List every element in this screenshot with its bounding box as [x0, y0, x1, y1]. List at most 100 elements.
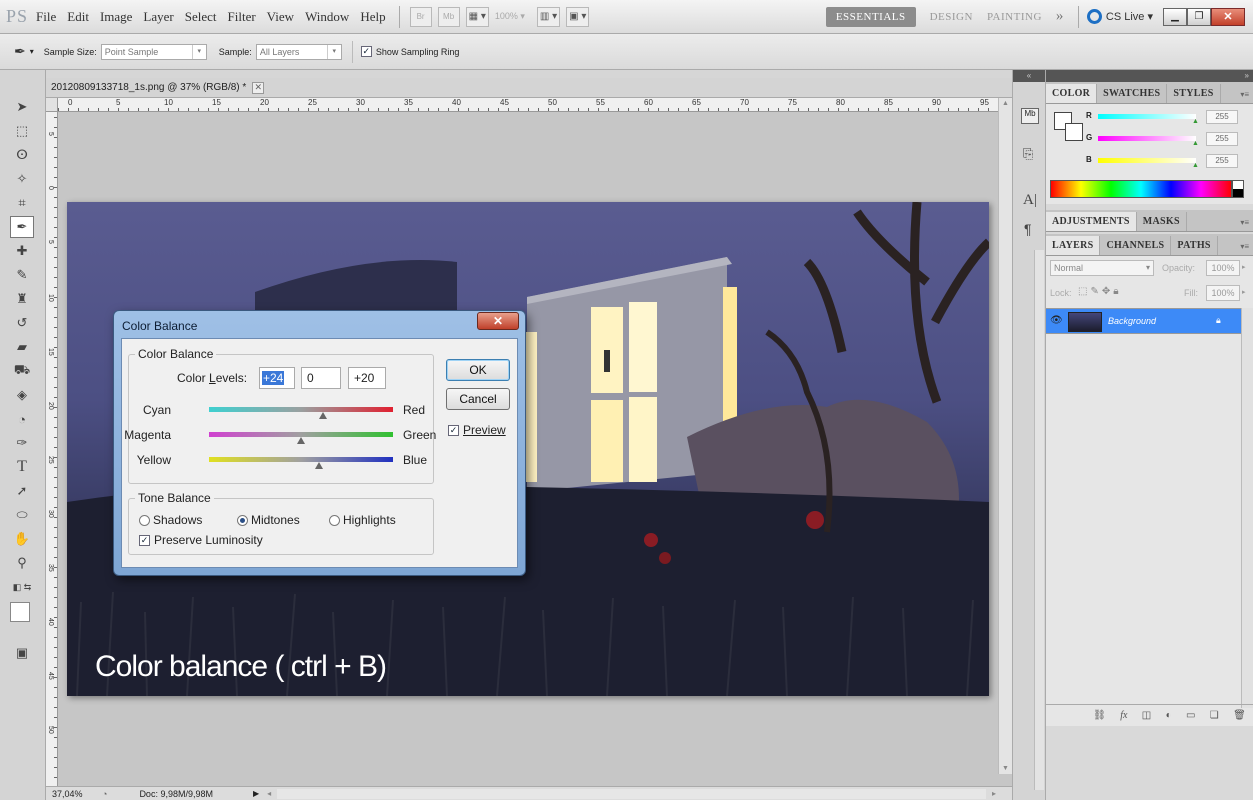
clone-stamp-tool-icon[interactable]: ♜: [10, 288, 34, 310]
layer-row-background[interactable]: 👁︎ Background 🔒︎: [1046, 308, 1241, 334]
panel-menu-icon[interactable]: ▾≡: [1240, 218, 1253, 231]
history-brush-tool-icon[interactable]: ↺: [10, 312, 34, 334]
eye-icon[interactable]: 👁︎: [1050, 315, 1063, 326]
level-yellow-blue-field[interactable]: +20: [348, 367, 386, 389]
highlights-radio[interactable]: Highlights: [329, 513, 396, 527]
tab-paths[interactable]: PATHS: [1171, 236, 1218, 255]
dodge-tool-icon[interactable]: ◔: [10, 408, 34, 430]
tab-color[interactable]: COLOR: [1046, 84, 1098, 103]
sample-select[interactable]: All Layers ▾: [255, 43, 342, 60]
history-panel-icon[interactable]: ⎘: [1023, 146, 1045, 162]
tab-swatches[interactable]: SWATCHES: [1097, 84, 1168, 103]
workspace-design[interactable]: DESIGN: [930, 11, 973, 23]
horizontal-scroll-left-icon[interactable]: ◂: [267, 789, 271, 798]
hand-tool-icon[interactable]: ✋: [10, 528, 34, 550]
fill-field[interactable]: 100%: [1206, 285, 1240, 301]
workspace-painting[interactable]: PAINTING: [987, 11, 1042, 23]
level-magenta-green-field[interactable]: 0: [301, 367, 341, 389]
channel-value[interactable]: 255: [1206, 110, 1238, 124]
scroll-down-icon[interactable]: ▼: [1002, 765, 1009, 772]
shadows-radio[interactable]: Shadows: [139, 513, 202, 527]
document-tab[interactable]: 20120809133718_1s.png @ 37% (RGB/8) * ✕: [46, 78, 1012, 98]
cancel-button[interactable]: Cancel: [446, 388, 510, 410]
eyedropper-preset-icon[interactable]: ✒: [14, 43, 26, 60]
mini-bridge-panel-icon[interactable]: Mb: [1021, 108, 1039, 124]
healing-brush-tool-icon[interactable]: ✚: [10, 240, 34, 262]
tab-channels[interactable]: CHANNELS: [1100, 236, 1172, 255]
left-ruler[interactable]: 5 0 5 10 15 20 25 30 35 40 45 50: [46, 112, 58, 788]
b-slider-thumb-icon[interactable]: ▲: [1192, 162, 1199, 169]
opacity-field[interactable]: 100%: [1206, 260, 1240, 276]
dock-header[interactable]: »: [1046, 70, 1253, 82]
screen-mode-button[interactable]: ▣ ▾: [566, 6, 590, 27]
preview-checkbox[interactable]: ✓ Preview: [448, 423, 506, 437]
quick-selection-tool-icon[interactable]: ✧: [10, 168, 34, 190]
move-tool-icon[interactable]: ➤: [10, 96, 34, 118]
view-extras-button[interactable]: ▦ ▾: [465, 6, 489, 27]
blur-tool-icon[interactable]: ◈: [10, 384, 34, 406]
menu-edit[interactable]: Edit: [67, 9, 89, 25]
restore-button[interactable]: ❐: [1187, 7, 1211, 26]
collapse-strip-icon[interactable]: «: [1013, 70, 1045, 82]
brush-tool-icon[interactable]: ✎: [10, 264, 34, 286]
layer-style-icon[interactable]: fx: [1120, 710, 1127, 721]
cyan-red-slider[interactable]: [209, 407, 393, 419]
panel-menu-icon[interactable]: ▾≡: [1240, 242, 1253, 255]
b-slider[interactable]: [1098, 158, 1196, 163]
vertical-scrollbar[interactable]: ▲ ▼: [998, 98, 1012, 774]
horizontal-scroll-right-icon[interactable]: ▸: [992, 789, 996, 798]
horizontal-scrollbar[interactable]: [277, 788, 986, 799]
dialog-close-button[interactable]: ✕: [477, 312, 519, 330]
channel-value[interactable]: 255: [1206, 154, 1238, 168]
magenta-green-slider[interactable]: [209, 432, 393, 444]
black-swatch[interactable]: [1232, 180, 1244, 198]
midtones-radio[interactable]: Midtones: [237, 513, 300, 527]
ellipse-tool-icon[interactable]: ⬭: [10, 504, 34, 526]
status-icon[interactable]: ◔: [102, 789, 107, 799]
slider-thumb-icon[interactable]: [319, 412, 328, 419]
close-document-icon[interactable]: ✕: [252, 81, 265, 94]
tab-adjustments[interactable]: ADJUSTMENTS: [1046, 212, 1137, 231]
delete-layer-icon[interactable]: 🗑︎: [1233, 710, 1246, 721]
pen-tool-icon[interactable]: ✑: [10, 432, 34, 454]
menu-help[interactable]: Help: [360, 9, 385, 25]
fill-arrow-icon[interactable]: ▸: [1242, 288, 1246, 296]
link-layers-icon[interactable]: ⛓: [1093, 710, 1106, 721]
eyedropper-tool-icon[interactable]: ✒: [10, 216, 34, 238]
menu-select[interactable]: Select: [185, 9, 217, 25]
slider-thumb-icon[interactable]: [315, 462, 324, 469]
type-tool-icon[interactable]: T: [10, 456, 34, 478]
character-panel-icon[interactable]: A|: [1023, 192, 1045, 209]
arrange-documents-button[interactable]: ▥ ▾: [536, 6, 561, 27]
tab-layers[interactable]: LAYERS: [1046, 236, 1101, 255]
color-swatches[interactable]: [10, 602, 40, 634]
mini-bridge-button[interactable]: Mb: [437, 6, 460, 27]
opacity-arrow-icon[interactable]: ▸: [1242, 263, 1246, 271]
menu-view[interactable]: View: [267, 9, 294, 25]
tab-styles[interactable]: STYLES: [1167, 84, 1221, 103]
status-menu-button[interactable]: ▶: [253, 789, 259, 798]
menu-file[interactable]: File: [36, 9, 56, 25]
crop-tool-icon[interactable]: ⌗: [10, 192, 34, 214]
cs-live-button[interactable]: CS Live ▾: [1086, 9, 1153, 24]
background-color-swatch[interactable]: [1065, 123, 1083, 141]
top-ruler[interactable]: 0 5 10 15 20 25 30 35 40 45 50 55 60 65 70 75 80 85 90 95: [58, 98, 1008, 112]
minimize-button[interactable]: ▁: [1163, 7, 1187, 26]
zoom-tool-icon[interactable]: ⚲: [10, 552, 34, 574]
bridge-button[interactable]: Br: [409, 6, 432, 27]
foreground-color-swatch[interactable]: [10, 602, 30, 622]
g-slider-thumb-icon[interactable]: ▲: [1192, 140, 1199, 147]
layer-name[interactable]: Background: [1108, 316, 1156, 326]
paragraph-panel-icon[interactable]: ¶: [1024, 221, 1045, 237]
level-cyan-red-field[interactable]: +24: [259, 367, 295, 389]
new-group-icon[interactable]: ▭: [1186, 710, 1195, 721]
color-spectrum-ramp[interactable]: [1050, 180, 1232, 198]
panel-menu-icon[interactable]: ▾≡: [1240, 90, 1253, 103]
yellow-blue-slider[interactable]: [209, 457, 393, 469]
r-slider-thumb-icon[interactable]: ▲: [1192, 118, 1199, 125]
lasso-tool-icon[interactable]: ⵙ: [10, 144, 34, 166]
quick-mask-icon[interactable]: ▣: [10, 642, 34, 664]
tab-masks[interactable]: MASKS: [1137, 212, 1187, 231]
new-layer-icon[interactable]: ❏: [1210, 710, 1219, 721]
menu-layer[interactable]: Layer: [143, 9, 173, 25]
